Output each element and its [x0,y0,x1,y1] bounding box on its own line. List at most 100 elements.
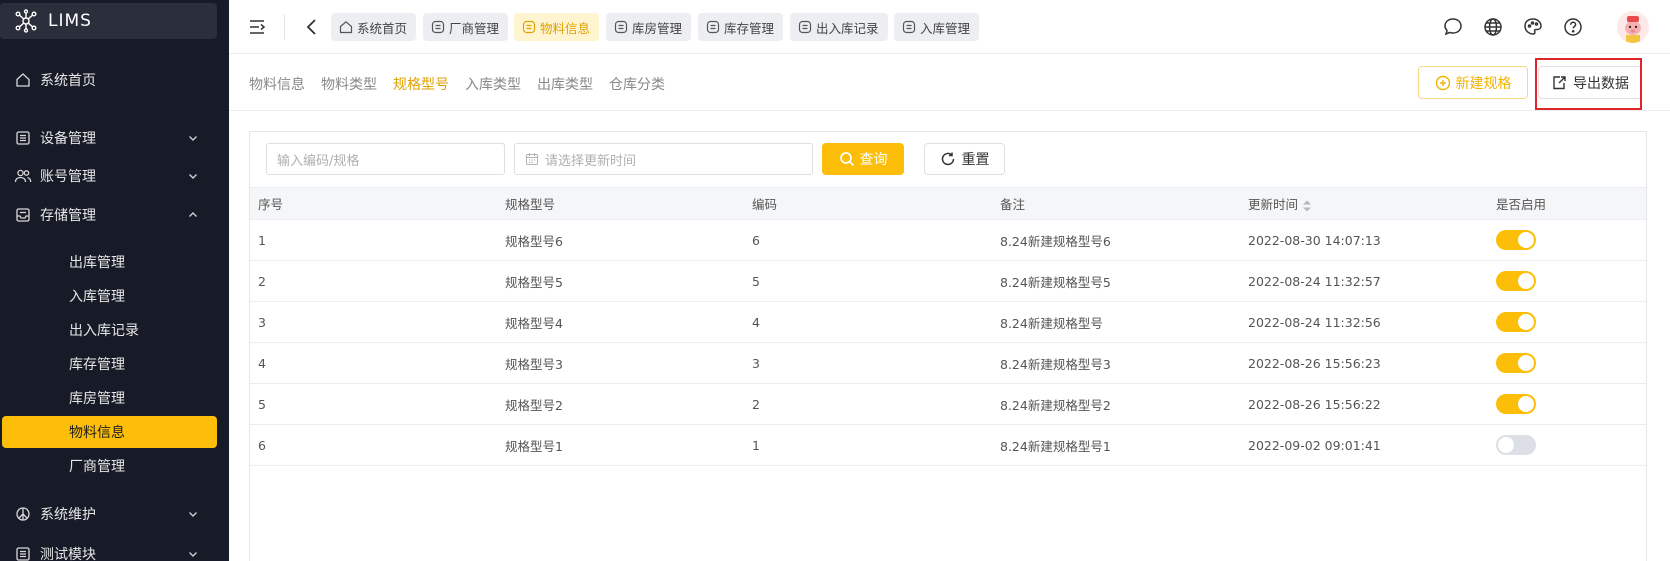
tab-io-records[interactable]: 出入库记录 [790,13,888,41]
cell-spec: 规格型号1 [497,424,744,466]
export-data-label: 导出数据 [1573,75,1629,92]
sidebar-item-label: 系统首页 [40,73,96,89]
new-spec-label: 新建规格 [1455,75,1512,92]
sidebar-item-label: 存储管理 [40,208,96,224]
cell-updated: 2022-08-26 15:56:23 [1240,342,1488,384]
subnav-inbound-type[interactable]: 入库类型 [465,74,521,94]
tab-inventory[interactable]: 库存管理 [698,13,784,41]
chevron-up-icon [189,212,197,217]
storage-icon [14,206,32,224]
home-icon [14,71,32,89]
cell-spec: 规格型号5 [497,260,744,302]
sidebar-item-account[interactable]: 账号管理 [0,158,229,194]
sidebar-item-label: 测试模块 [40,547,96,561]
enable-toggle[interactable] [1496,271,1536,291]
content-card: 输入编码/规格 请选择更新时间 查询 重置 序号 规格型号 编码 备注 更新时间… [249,131,1647,561]
cell-index: 4 [250,342,497,384]
enable-toggle[interactable] [1496,394,1536,414]
col-header-index: 序号 [250,187,497,220]
col-header-updated[interactable]: 更新时间 [1240,187,1488,220]
cell-note: 8.24新建规格型号6 [992,219,1240,261]
tab-warehouse[interactable]: 库房管理 [606,13,692,41]
sidebar-sub-inbound[interactable]: 入库管理 [0,280,229,312]
device-icon [14,129,32,147]
sidebar-item-home[interactable]: 系统首页 [0,62,229,98]
cell-enabled [1488,301,1646,343]
back-arrow-icon[interactable] [303,17,321,37]
help-icon[interactable] [1562,16,1584,38]
enable-toggle[interactable] [1496,230,1536,250]
home-icon [339,21,353,34]
cell-spec: 规格型号3 [497,342,744,384]
query-label: 查询 [859,152,888,168]
tab-icon [431,20,445,34]
table-row: 2 规格型号5 5 8.24新建规格型号5 2022-08-24 11:32:5… [250,260,1646,302]
table-row: 1 规格型号6 6 8.24新建规格型号6 2022-08-30 14:07:1… [250,219,1646,261]
subnav-outbound-type[interactable]: 出库类型 [537,74,593,94]
sidebar-item-test[interactable]: 测试模块 [0,536,229,561]
sidebar-sub-vendor[interactable]: 厂商管理 [0,450,229,482]
tab-label: 库房管理 [632,20,683,36]
new-spec-button[interactable]: 新建规格 [1418,66,1528,99]
cell-enabled [1488,424,1646,466]
reset-button[interactable]: 重置 [924,143,1005,175]
cell-code: 6 [744,219,992,261]
sidebar-sub-material-info[interactable]: 物料信息 [2,416,217,448]
query-button[interactable]: 查询 [822,143,904,175]
reset-label: 重置 [961,152,990,168]
subnav-material-type[interactable]: 物料类型 [321,74,377,94]
enable-toggle[interactable] [1496,435,1536,455]
tab-icon [614,20,628,34]
logo-icon [15,9,37,33]
palette-icon[interactable] [1522,16,1544,38]
avatar[interactable] [1617,11,1649,43]
code-spec-placeholder: 输入编码/规格 [277,153,360,169]
sidebar-item-device[interactable]: 设备管理 [0,120,229,156]
divider [284,14,285,40]
export-data-button[interactable]: 导出数据 [1538,66,1642,99]
menu-fold-icon[interactable] [247,17,267,37]
subnav-spec-model[interactable]: 规格型号 [393,74,449,94]
cell-index: 6 [250,424,497,466]
sidebar-sub-inventory[interactable]: 库存管理 [0,348,229,380]
enable-toggle[interactable] [1496,312,1536,332]
cell-spec: 规格型号6 [497,219,744,261]
sidebar-item-label: 账号管理 [40,169,96,185]
sidebar-sub-warehouse[interactable]: 库房管理 [0,382,229,414]
col-header-enabled: 是否启用 [1488,187,1646,220]
cell-enabled [1488,383,1646,425]
top-bar: 系统首页 厂商管理 物料信息 库房管理 库存管理 出入库记录 入库管理 [229,0,1670,54]
export-icon [1553,75,1566,89]
code-spec-search-input[interactable]: 输入编码/规格 [266,143,505,175]
cell-enabled [1488,219,1646,261]
cell-note: 8.24新建规格型号1 [992,424,1240,466]
subnav-material-info[interactable]: 物料信息 [249,74,305,94]
message-icon[interactable] [1442,16,1464,38]
spec-table: 序号 规格型号 编码 备注 更新时间 是否启用 1 规格型号6 6 8.24新建… [250,187,1646,466]
subnav-warehouse-category[interactable]: 仓库分类 [609,74,665,94]
cell-updated: 2022-09-02 09:01:41 [1240,424,1488,466]
tab-label: 出入库记录 [816,20,879,36]
tab-icon [522,20,536,34]
cell-updated: 2022-08-24 11:32:56 [1240,301,1488,343]
sidebar-sub-outbound[interactable]: 出库管理 [0,246,229,278]
sort-icon[interactable] [1302,200,1312,212]
app-logo[interactable]: LIMS [0,3,217,39]
maintenance-icon [14,505,32,523]
col-header-note: 备注 [992,187,1240,220]
tab-vendor[interactable]: 厂商管理 [423,13,509,41]
tab-material-info[interactable]: 物料信息 [514,13,600,41]
sidebar-sub-io-records[interactable]: 出入库记录 [0,314,229,346]
tab-icon [706,20,720,34]
tab-inbound[interactable]: 入库管理 [894,13,980,41]
tab-home[interactable]: 系统首页 [331,13,417,41]
cell-index: 3 [250,301,497,343]
enable-toggle[interactable] [1496,353,1536,373]
table-row: 6 规格型号1 1 8.24新建规格型号1 2022-09-02 09:01:4… [250,424,1646,466]
update-date-picker[interactable]: 请选择更新时间 [514,143,813,175]
sidebar-item-maintenance[interactable]: 系统维护 [0,496,229,532]
cell-note: 8.24新建规格型号3 [992,342,1240,384]
globe-icon[interactable] [1482,16,1504,38]
sidebar-item-storage[interactable]: 存储管理 [0,197,229,233]
tab-icon [798,20,812,34]
